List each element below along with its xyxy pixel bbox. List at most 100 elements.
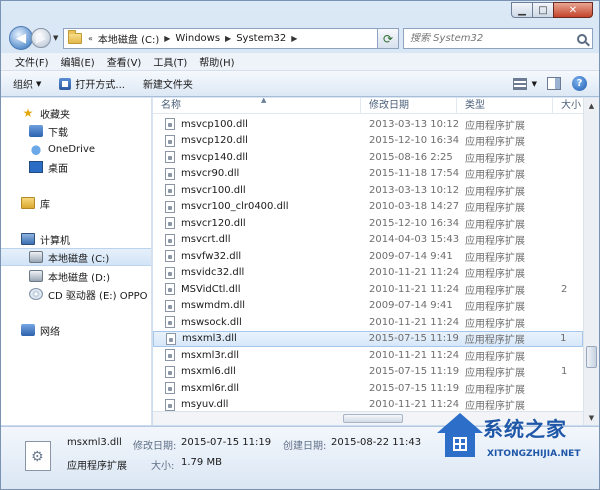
dll-file-icon [165,250,175,263]
dll-file-icon [166,332,176,345]
close-button[interactable]: ✕ [553,2,593,18]
breadcrumb-arrow-icon[interactable]: ▶ [289,34,299,43]
vertical-scrollbar[interactable]: ▲ ▼ [583,98,599,425]
file-row[interactable]: msvcrt.dll 2014-04-03 15:43 应用程序扩展 [153,232,583,249]
file-name: msvcr120.dll [181,217,246,229]
nav-desktop[interactable]: 桌面 [1,158,151,176]
arrow-left-icon: ◀ [16,30,26,46]
file-row[interactable]: msvcr120.dll 2015-12-10 16:34 应用程序扩展 [153,215,583,232]
file-row[interactable]: msxml6r.dll 2015-07-15 11:19 应用程序扩展 [153,380,583,397]
file-row[interactable]: msxml3.dll 2015-07-15 11:19 应用程序扩展 1 [153,330,583,347]
change-view-icon[interactable] [513,78,527,90]
breadcrumb-arrow-icon[interactable]: ▶ [223,34,233,43]
onedrive-icon [29,143,43,155]
file-row[interactable]: msvcp100.dll 2013-03-13 10:12 应用程序扩展 [153,116,583,133]
nav-computer[interactable]: 计算机 [1,230,151,248]
file-name-cell: msxml3.dll [154,332,361,345]
file-row[interactable]: msvcp120.dll 2015-12-10 16:34 应用程序扩展 [153,133,583,150]
recent-pages-dropdown[interactable]: ▼ [53,34,58,42]
dll-file-icon [25,441,51,471]
column-name[interactable]: 名称 [153,98,361,113]
file-date: 2015-08-16 2:25 [369,151,453,163]
nav-drive-c[interactable]: 本地磁盘 (C:) [1,248,151,266]
file-row[interactable]: msvcr100_clr0400.dll 2010-03-18 14:27 应用程序… [153,199,583,216]
file-name-cell: msxml3r.dll [153,349,361,362]
file-type: 应用程序扩展 [465,120,525,132]
file-row[interactable]: mswsock.dll 2010-11-21 11:24 应用程序扩展 [153,314,583,331]
chevrons-icon[interactable]: « [86,34,95,43]
menu-bar: 文件(F) 编辑(E) 查看(V) 工具(T) 帮助(H) [1,53,599,71]
menu-tools[interactable]: 工具(T) [147,54,193,69]
minimize-button[interactable]: ▁ [511,2,533,18]
breadcrumb-arrow-icon[interactable]: ▶ [162,34,172,43]
preview-pane-icon[interactable] [547,77,561,90]
refresh-icon: ⟳ [382,31,394,46]
maximize-button[interactable]: □ [532,2,554,18]
dll-file-icon [165,200,175,213]
file-row[interactable]: msvcr90.dll 2015-11-18 17:54 应用程序扩展 [153,166,583,183]
dll-file-icon [165,134,175,147]
file-row[interactable]: msvidc32.dll 2010-11-21 11:24 应用程序扩展 [153,265,583,282]
nav-favorites[interactable]: ★ 收藏夹 [1,104,151,122]
column-date[interactable]: 修改日期 [361,98,457,113]
file-name: msvcp100.dll [181,118,248,130]
back-button[interactable]: ◀ [9,26,33,50]
menu-view[interactable]: 查看(V) [101,54,148,69]
breadcrumb-drive[interactable]: 本地磁盘 (C:) [95,31,162,46]
dll-file-icon [165,118,175,131]
file-date: 2009-07-14 9:41 [369,300,453,312]
file-row[interactable]: msvcp140.dll 2015-08-16 2:25 应用程序扩展 [153,149,583,166]
search-icon[interactable] [577,33,587,44]
file-row[interactable]: MSVidCtl.dll 2010-11-21 11:24 应用程序扩展 2 [153,281,583,298]
column-size[interactable]: 大小 [553,98,583,113]
nav-libraries[interactable]: 库 [1,194,151,212]
file-name-cell: msvcr120.dll [153,217,361,230]
view-dropdown-icon[interactable]: ▼ [532,80,537,88]
menu-file[interactable]: 文件(F) [9,54,55,69]
hscroll-thumb[interactable] [343,414,403,423]
nav-drive-d[interactable]: 本地磁盘 (D:) [1,267,151,285]
file-row[interactable]: msvfw32.dll 2009-07-14 9:41 应用程序扩展 [153,248,583,265]
file-name-cell: msvcr100_clr0400.dll [153,200,361,213]
dll-file-icon [165,398,175,411]
nav-downloads[interactable]: 下载 [1,122,151,140]
file-name: msvcr90.dll [181,168,240,180]
file-name: msvcr100_clr0400.dll [181,201,289,213]
watermark-domain: XITONGZHIJIA.NET [487,449,581,459]
file-name-cell: mswsock.dll [153,316,361,329]
menu-edit[interactable]: 编辑(E) [55,54,101,69]
file-type: 应用程序扩展 [465,351,525,363]
breadcrumb-system32[interactable]: System32 [233,33,289,44]
file-type: 应用程序扩展 [465,269,525,281]
file-date: 2009-07-14 9:41 [369,250,453,262]
file-name-cell: msvcp140.dll [153,151,361,164]
file-row[interactable]: msxml6.dll 2015-07-15 11:19 应用程序扩展 1 [153,364,583,381]
nav-cd-drive[interactable]: CD 驱动器 (E:) OPPO D [1,285,151,303]
file-name: msvcp140.dll [181,151,248,163]
dll-file-icon [165,316,175,329]
organize-button[interactable]: 组织 ▼ [13,76,41,92]
dll-file-icon [165,151,175,164]
file-name-cell: msvcrt.dll [153,233,361,246]
menu-help[interactable]: 帮助(H) [193,54,240,69]
dll-file-icon [165,382,175,395]
dll-file-icon [165,217,175,230]
new-folder-button[interactable]: 新建文件夹 [143,76,193,91]
file-row[interactable]: msxml3r.dll 2010-11-21 11:24 应用程序扩展 [153,347,583,364]
search-input[interactable] [410,33,570,44]
scroll-thumb[interactable] [586,346,597,368]
breadcrumb-windows[interactable]: Windows [172,33,223,44]
file-row[interactable]: mswmdm.dll 2009-07-14 9:41 应用程序扩展 [153,298,583,315]
refresh-button[interactable]: ⟳ [377,28,399,49]
help-icon[interactable]: ? [572,76,587,91]
open-with-button[interactable]: 打开方式... [59,76,125,91]
nav-onedrive[interactable]: OneDrive [1,140,151,158]
scroll-up-icon[interactable]: ▲ [584,98,599,113]
nav-network[interactable]: 网络 [1,321,151,339]
address-bar[interactable]: « 本地磁盘 (C:) ▶ Windows ▶ System32 ▶ ▼ [63,28,399,49]
file-row[interactable]: msvcr100.dll 2013-03-13 10:12 应用程序扩展 [153,182,583,199]
forward-button[interactable]: ▶ [31,28,51,48]
column-type[interactable]: 类型 [457,98,553,113]
search-box[interactable] [403,28,593,49]
file-rows: msvcp100.dll 2013-03-13 10:12 应用程序扩展 msvcp1… [153,116,583,425]
